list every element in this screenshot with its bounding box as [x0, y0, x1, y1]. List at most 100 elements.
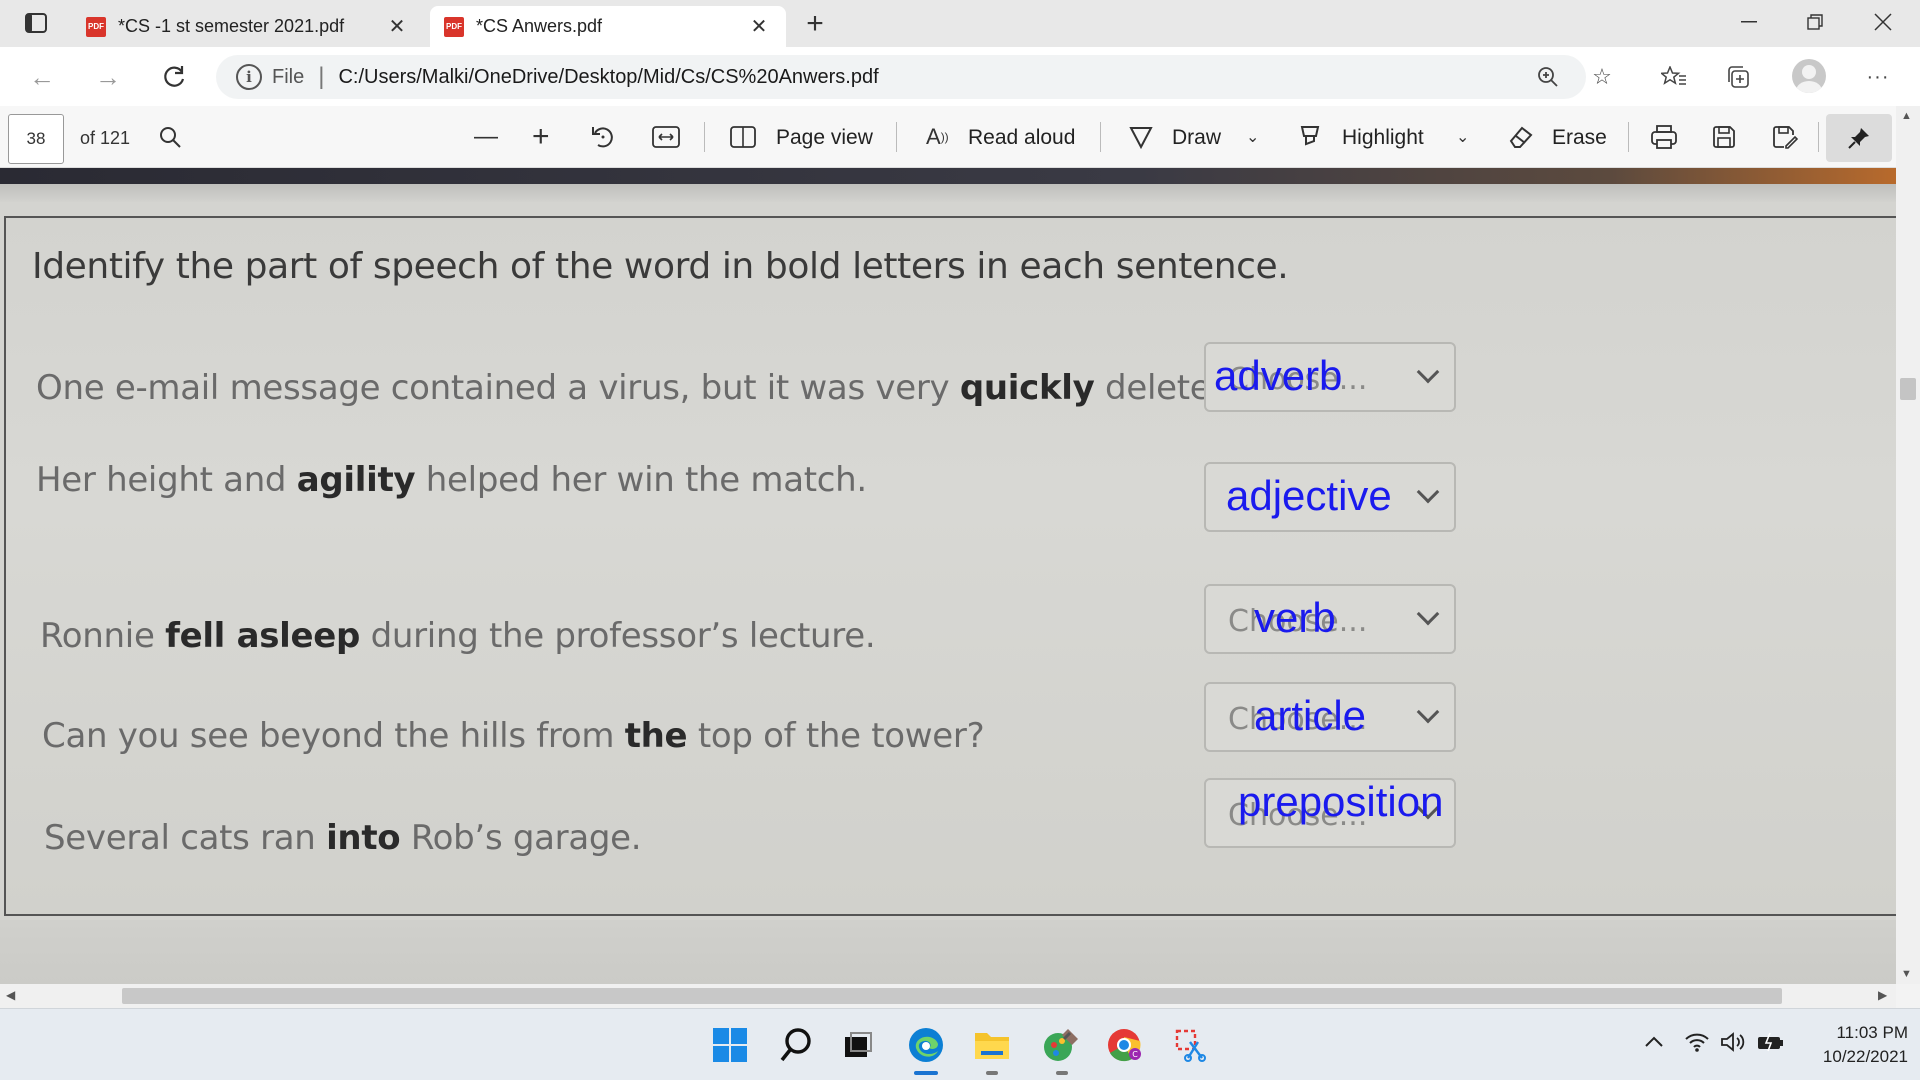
- draw-icon[interactable]: [1128, 120, 1154, 154]
- minimize-button[interactable]: [1716, 0, 1782, 44]
- chrome-icon[interactable]: C: [1104, 1025, 1144, 1065]
- url-separator: |: [318, 63, 325, 90]
- sentence-text: helped her win the match.: [415, 460, 867, 500]
- task-view-icon[interactable]: [838, 1025, 878, 1065]
- handwritten-answer-4: article: [1254, 692, 1367, 739]
- close-tab-icon[interactable]: ✕: [744, 12, 774, 42]
- handwritten-answer-3: verb: [1254, 594, 1336, 641]
- pdf-page-view[interactable]: Identify the part of speech of the word …: [0, 168, 1896, 984]
- battery-icon[interactable]: [1756, 1031, 1786, 1059]
- quiz-sentence-2: Her height and agility helped her win th…: [36, 460, 867, 500]
- eraser-icon[interactable]: [1508, 120, 1534, 154]
- scroll-left-icon[interactable]: ◀: [6, 988, 15, 1002]
- vertical-scroll-thumb[interactable]: [1900, 378, 1916, 400]
- photo-top-edge: [0, 168, 1896, 184]
- collections-icon[interactable]: [1720, 59, 1756, 95]
- quiz-sentence-4: Can you see beyond the hills from the to…: [42, 716, 985, 756]
- highlight-icon[interactable]: [1298, 120, 1324, 154]
- refresh-icon[interactable]: [154, 57, 194, 97]
- url-text[interactable]: C:/Users/Malki/OneDrive/Desktop/Mid/Cs/C…: [338, 66, 878, 89]
- bold-word: quickly: [959, 368, 1095, 408]
- photo-band: [0, 184, 1896, 202]
- rotate-icon[interactable]: [590, 120, 616, 154]
- horizontal-scroll-thumb[interactable]: [122, 988, 1782, 1004]
- edge-browser-icon[interactable]: [906, 1025, 946, 1075]
- read-aloud-button[interactable]: Read aloud: [968, 126, 1075, 150]
- handwritten-answer-1: adverb: [1214, 352, 1343, 399]
- wifi-icon[interactable]: [1684, 1031, 1710, 1059]
- chevron-down-icon: [1416, 360, 1440, 384]
- address-row: ← → i File | C:/Users/Malki/OneDrive/Des…: [0, 47, 1920, 106]
- favorites-icon[interactable]: [1656, 59, 1692, 95]
- page-number-input[interactable]: 38: [8, 114, 64, 164]
- volume-icon[interactable]: [1720, 1031, 1748, 1059]
- restore-button[interactable]: [1782, 0, 1848, 44]
- zoom-icon[interactable]: [1530, 59, 1566, 95]
- highlight-button[interactable]: Highlight: [1342, 126, 1424, 150]
- pdf-file-icon: PDF: [444, 16, 464, 37]
- horizontal-scrollbar[interactable]: ◀ ▶: [0, 984, 1896, 1008]
- highlight-options-chevron-icon[interactable]: ⌄: [1456, 120, 1469, 154]
- file-explorer-icon[interactable]: [972, 1025, 1012, 1075]
- tab-title: *CS -1 st semester 2021.pdf: [118, 16, 345, 36]
- toolbar-divider: [1628, 122, 1629, 152]
- page-view-button[interactable]: Page view: [776, 126, 873, 150]
- close-tab-icon[interactable]: ✕: [382, 12, 412, 42]
- fit-width-icon[interactable]: [652, 120, 680, 154]
- sentence-text: Can you see beyond the hills from: [42, 716, 625, 756]
- active-app-indicator: [914, 1071, 938, 1075]
- sentence-text: One e-mail message contained a virus, bu…: [36, 368, 960, 408]
- pdf-toolbar: 38 of 121 — + Page view A)) Read aloud D…: [0, 106, 1920, 168]
- info-icon[interactable]: i: [236, 64, 262, 90]
- draw-options-chevron-icon[interactable]: ⌄: [1246, 120, 1259, 154]
- print-icon[interactable]: [1650, 120, 1678, 154]
- zoom-in-icon[interactable]: +: [532, 120, 550, 154]
- chevron-down-icon: [1416, 602, 1440, 626]
- tab-cs-semester[interactable]: PDF *CS -1 st semester 2021.pdf ✕: [72, 6, 424, 47]
- scroll-up-icon[interactable]: ▲: [1901, 110, 1912, 122]
- show-hidden-icons-chevron-icon[interactable]: [1644, 1031, 1664, 1054]
- zoom-out-icon[interactable]: —: [474, 120, 498, 154]
- page-view-icon[interactable]: [730, 120, 756, 154]
- back-icon[interactable]: ←: [22, 57, 62, 97]
- page-count: of 121: [80, 128, 131, 148]
- address-bar[interactable]: i File | C:/Users/Malki/OneDrive/Desktop…: [216, 55, 1586, 99]
- erase-button[interactable]: Erase: [1552, 126, 1607, 150]
- profile-avatar[interactable]: [1792, 59, 1826, 93]
- add-favorite-icon[interactable]: ☆: [1584, 59, 1620, 95]
- scroll-right-icon[interactable]: ▶: [1878, 988, 1887, 1002]
- clock-date: 10/22/2021: [1822, 1047, 1908, 1066]
- quiz-panel: [4, 216, 1896, 916]
- paint-app-icon[interactable]: [1042, 1025, 1082, 1075]
- search-icon[interactable]: [776, 1025, 816, 1065]
- draw-button[interactable]: Draw: [1172, 126, 1221, 150]
- bold-word: agility: [296, 460, 416, 500]
- scroll-down-icon[interactable]: ▼: [1901, 968, 1912, 980]
- save-as-icon[interactable]: [1772, 120, 1798, 154]
- pin-toolbar-icon[interactable]: [1826, 114, 1892, 162]
- pdf-file-icon: PDF: [86, 16, 106, 37]
- system-clock[interactable]: 11:03 PM 10/22/2021: [1790, 1021, 1908, 1069]
- tab-actions-icon[interactable]: [18, 8, 54, 38]
- tab-cs-answers[interactable]: PDF *CS Anwers.pdf ✕: [430, 6, 786, 47]
- toolbar-divider: [896, 122, 897, 152]
- bold-word: into: [326, 818, 401, 858]
- new-tab-button[interactable]: +: [798, 7, 832, 40]
- bold-word: fell asleep: [165, 616, 361, 656]
- handwritten-answer-5: preposition: [1238, 778, 1444, 825]
- close-window-button[interactable]: [1850, 0, 1916, 44]
- search-icon[interactable]: [158, 120, 182, 154]
- more-options-icon[interactable]: ···: [1860, 59, 1896, 95]
- read-aloud-icon[interactable]: A)): [926, 120, 949, 154]
- toolbar-divider: [704, 122, 705, 152]
- bold-word: the: [624, 716, 688, 756]
- start-windows-icon[interactable]: [710, 1025, 750, 1065]
- chevron-down-icon: [1416, 480, 1440, 504]
- clock-time: 11:03 PM: [1836, 1023, 1908, 1042]
- forward-icon[interactable]: →: [88, 57, 128, 97]
- save-icon[interactable]: [1712, 120, 1736, 154]
- snipping-tool-icon[interactable]: [1172, 1025, 1212, 1065]
- vertical-scrollbar[interactable]: ▲ ▼: [1896, 106, 1920, 984]
- quiz-sentence-1: One e-mail message contained a virus, bu…: [36, 368, 1242, 408]
- sentence-text: Her height and: [36, 460, 297, 500]
